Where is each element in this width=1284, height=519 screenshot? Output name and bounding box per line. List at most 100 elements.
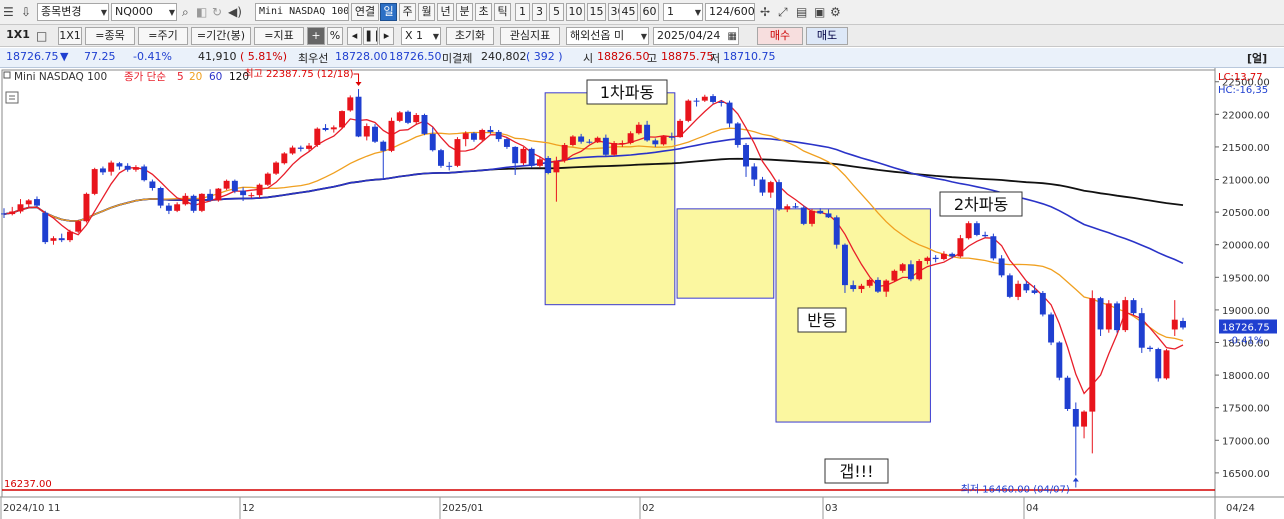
period-second-button[interactable]: 초 [475, 3, 492, 21]
low-price: 18710.75 [723, 50, 776, 63]
candle-body [1089, 298, 1096, 412]
search-icon[interactable]: ⌕ [182, 3, 189, 21]
period-week-button[interactable]: 주 [399, 3, 416, 21]
candle-body [91, 169, 98, 194]
scroll-left-icon[interactable]: ◂ [347, 27, 362, 45]
gap-level-label: 16237.00 [4, 479, 52, 490]
period-tick-button[interactable]: 틱 [494, 3, 511, 21]
grid-menu-icon[interactable]: ☰ [3, 3, 14, 21]
x-tick-label: 04 [1026, 503, 1039, 514]
percent-change: -0.41% [133, 50, 172, 63]
minute-10-button[interactable]: 10 [566, 3, 585, 21]
price-tag: 18726.75 [1222, 323, 1270, 334]
legend-ma-20: 20 [189, 71, 202, 83]
candle-body [734, 123, 741, 145]
candle-body [223, 180, 230, 189]
candle-body [347, 97, 354, 111]
compare-icon[interactable]: ◧ [196, 3, 207, 21]
candle-body [693, 100, 700, 102]
candle-body [850, 285, 857, 290]
main-toolbar: ☰ ⇩ 종목변경 ▼ NQ000 ▼ ⌕ ◧ ↻ ◀) Mini NASDAQ 10… [0, 0, 1284, 25]
buy-button[interactable]: 매수 [757, 27, 803, 45]
minute-45-button[interactable]: 45 [619, 3, 638, 21]
pin-icon[interactable]: ⇩ [21, 3, 31, 21]
symbol-menu-button[interactable]: =종목 [85, 27, 135, 45]
candle-body [660, 136, 667, 145]
code-change-select[interactable]: 종목변경 ▼ [37, 3, 109, 21]
candle-body [17, 204, 24, 212]
count-value: 1 [667, 5, 674, 18]
candle-body [1155, 349, 1162, 379]
reset-button[interactable]: 초기화 [446, 27, 494, 45]
layout-1x1-button[interactable]: 1X1 [58, 27, 82, 45]
candle-body [990, 236, 997, 259]
count-select[interactable]: 1 ▼ [663, 3, 703, 21]
y-tick-label: 21500.00 [1222, 143, 1270, 154]
date-input[interactable]: 2025/04/24 ▦ [653, 27, 739, 45]
date-value: 2025/04/24 [657, 29, 721, 42]
x-tick-label: 02 [642, 503, 655, 514]
candle-body [479, 129, 486, 140]
candle-body [1081, 411, 1088, 427]
period-day-button[interactable]: 일 [380, 3, 397, 21]
candle-body [1138, 313, 1145, 348]
sell-button[interactable]: 매도 [806, 27, 848, 45]
minute-15-button[interactable]: 15 [587, 3, 606, 21]
candle-body [281, 153, 288, 164]
legend-ma-5: 5 [177, 71, 184, 83]
period-year-button[interactable]: 년 [437, 3, 454, 21]
candle-body [561, 144, 568, 161]
wave-2-label: 2차파동 [954, 195, 1008, 214]
x-tick-label: 03 [825, 503, 838, 514]
watch-indicator-button[interactable]: 관심지표 [500, 27, 560, 45]
candle-body [149, 181, 156, 188]
indicator-menu-button[interactable]: =지표 [254, 27, 304, 45]
minute-1-button[interactable]: 1 [515, 3, 530, 21]
image-icon[interactable]: ▣ [814, 3, 825, 21]
page-count-field[interactable]: 124/600 [705, 3, 755, 21]
price-chart[interactable]: 22500.0022000.0021500.0021000.0020500.00… [0, 68, 1284, 519]
scroll-right-icon[interactable]: ▸ [379, 27, 394, 45]
wave-box-1 [544, 92, 676, 306]
grid-toggle-icon [5, 91, 19, 104]
candle-body [174, 204, 181, 211]
candle-body [116, 163, 123, 167]
high-price: 18875.75 [661, 50, 714, 63]
save-icon[interactable]: ▤ [796, 3, 807, 21]
candle-body [1064, 377, 1071, 409]
zoom-select[interactable]: X 1 ▼ [401, 27, 441, 45]
minute-60-button[interactable]: 60 [640, 3, 659, 21]
candle-body [215, 188, 222, 201]
period-linked-button[interactable]: 연결 [351, 3, 379, 21]
candle-body [190, 195, 197, 211]
crosshair-tool-icon[interactable]: ✢ [760, 3, 770, 21]
layout-grid-icon[interactable]: □ [36, 27, 47, 45]
minute-5-button[interactable]: 5 [549, 3, 564, 21]
percent-icon[interactable]: % [327, 27, 343, 45]
candle-body [256, 184, 263, 196]
minute-3-button[interactable]: 3 [532, 3, 547, 21]
drawing-tool-icon[interactable]: ⤢ [778, 3, 788, 21]
speaker-icon[interactable]: ◀) [228, 3, 242, 21]
candle-body [520, 148, 527, 164]
price-change: 77.25 [84, 50, 116, 63]
overseas-select[interactable]: 해외선옵 미 ▼ [566, 27, 649, 45]
candle-body [545, 158, 552, 174]
period-month-button[interactable]: 월 [418, 3, 435, 21]
period-minute-button[interactable]: 분 [456, 3, 473, 21]
range-menu-button[interactable]: =기간(봉) [191, 27, 251, 45]
page-count-value: 124 [709, 5, 730, 18]
open-interest-label: 미결제 [442, 52, 473, 65]
refresh-icon[interactable]: ↻ [212, 3, 222, 21]
zoom-in-icon[interactable]: + [307, 27, 325, 45]
candle-body [75, 221, 82, 232]
layout-button[interactable]: 1X1 [3, 27, 33, 45]
high-label: 고 [647, 52, 658, 65]
open-interest: 240,802 [481, 50, 527, 63]
period-menu-button[interactable]: =주기 [138, 27, 188, 45]
gear-icon[interactable]: ⚙ [830, 3, 841, 21]
pause-icon[interactable]: ❚❚ [363, 27, 378, 45]
candle-body [1097, 298, 1104, 330]
unit-toggle[interactable]: [얼] [1247, 50, 1267, 66]
symbol-code-input[interactable]: NQ000 ▼ [111, 3, 177, 21]
